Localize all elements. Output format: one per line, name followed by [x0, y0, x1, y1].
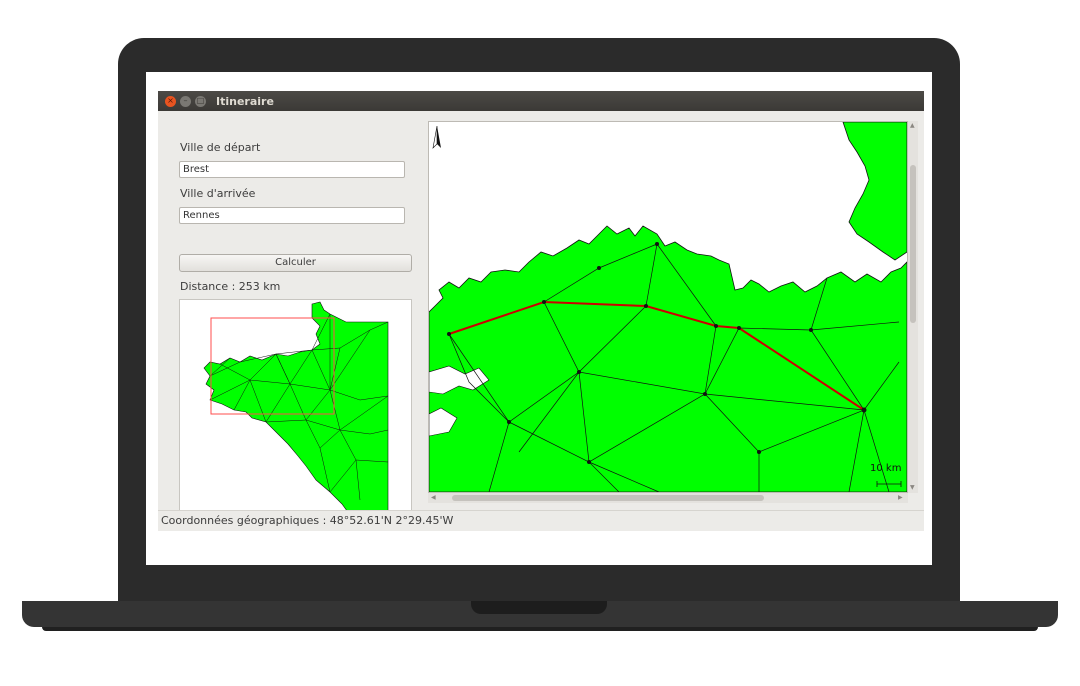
city-node	[542, 300, 546, 304]
city-node	[597, 266, 601, 270]
close-icon[interactable]: ×	[165, 95, 176, 107]
vertical-scroll-thumb[interactable]	[910, 165, 916, 323]
laptop-screen: × – □ Itineraire Ville de départ Ville d…	[146, 72, 932, 565]
calculate-button[interactable]: Calculer	[179, 254, 412, 272]
status-bar: Coordonnées géographiques : 48°52.61'N 2…	[158, 510, 924, 531]
main-map-svg	[429, 122, 907, 492]
arrival-input[interactable]	[179, 207, 405, 224]
city-node	[577, 370, 581, 374]
minimap-land	[203, 301, 389, 515]
scroll-up-icon[interactable]: ▲	[910, 123, 915, 129]
horizontal-scrollbar[interactable]: ◀ ▶	[428, 493, 908, 503]
title-bar: × – □ Itineraire	[158, 91, 924, 111]
main-map[interactable]: 10 km	[428, 121, 908, 493]
vertical-scrollbar[interactable]: ▲ ▼	[908, 121, 918, 493]
north-arrow-icon	[432, 126, 441, 149]
horizontal-scroll-thumb[interactable]	[452, 495, 764, 501]
laptop-notch	[471, 601, 607, 614]
scroll-down-icon[interactable]: ▼	[910, 485, 915, 491]
city-node	[587, 460, 591, 464]
laptop-base-shadow	[42, 627, 1038, 631]
city-node	[507, 420, 511, 424]
city-node	[737, 326, 741, 330]
arrival-label: Ville d'arrivée	[180, 187, 256, 200]
scroll-right-icon[interactable]: ▶	[898, 495, 903, 501]
city-node	[809, 328, 813, 332]
city-node	[447, 332, 451, 336]
city-node	[644, 304, 648, 308]
app-window: × – □ Itineraire Ville de départ Ville d…	[158, 91, 924, 531]
distance-readout: Distance : 253 km	[180, 280, 281, 293]
window-title: Itineraire	[216, 94, 274, 108]
departure-label: Ville de départ	[180, 141, 261, 154]
city-node	[757, 450, 761, 454]
minimap-svg	[203, 301, 389, 515]
minimize-icon[interactable]: –	[180, 95, 191, 107]
city-node	[861, 407, 867, 413]
city-node	[703, 392, 707, 396]
overview-minimap[interactable]	[179, 299, 412, 516]
scroll-left-icon[interactable]: ◀	[431, 495, 436, 501]
scale-label: 10 km	[870, 463, 902, 474]
departure-input[interactable]	[179, 161, 405, 178]
coordinates-readout: Coordonnées géographiques : 48°52.61'N 2…	[161, 514, 454, 527]
route-form-panel: Ville de départ Ville d'arrivée Calculer…	[158, 111, 424, 516]
city-node	[655, 242, 659, 246]
city-node	[714, 324, 718, 328]
maximize-icon[interactable]: □	[195, 95, 206, 107]
land-normandy	[842, 122, 907, 261]
